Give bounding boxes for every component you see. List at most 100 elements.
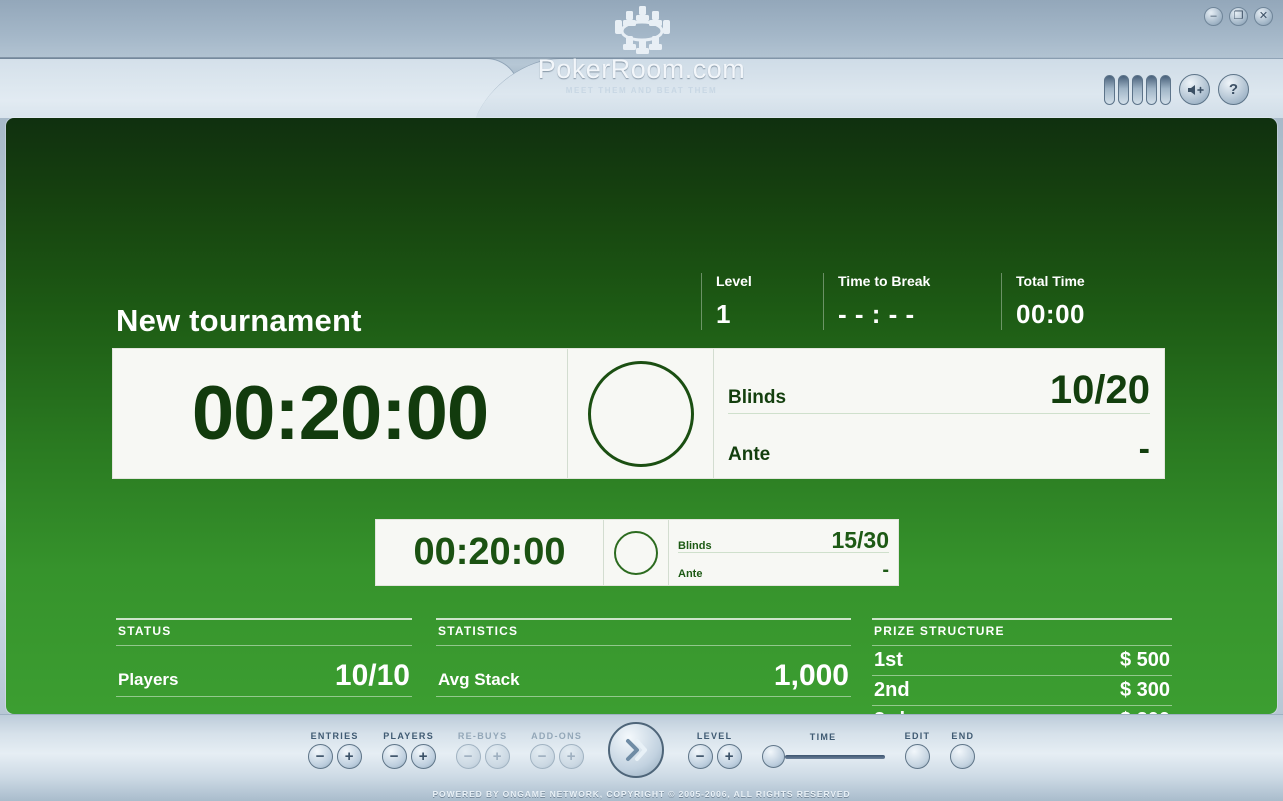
total-time-column: Total Time 00:00 bbox=[1001, 273, 1181, 330]
entries-minus-button[interactable]: − bbox=[307, 744, 333, 769]
restore-button[interactable]: ❐ bbox=[1229, 7, 1248, 26]
time-slider-group: TIME bbox=[761, 732, 885, 768]
next-ante-value: - bbox=[882, 558, 889, 581]
prize-structure-title: PRIZE STRUCTURE bbox=[872, 618, 1172, 646]
rebuys-stepper-group: RE-BUYS − + bbox=[455, 731, 510, 769]
poker-table-icon bbox=[614, 6, 670, 54]
time-to-break-value: - - : - - bbox=[838, 299, 915, 329]
table-row: Total Chips 10,000 bbox=[436, 697, 851, 714]
entries-plus-button[interactable]: + bbox=[336, 744, 362, 769]
prize-row-value: $ 300 bbox=[1119, 679, 1170, 701]
entries-stepper-group: ENTRIES − + bbox=[307, 731, 362, 769]
table-row: Re-Buys N/A bbox=[116, 697, 412, 714]
next-blinds-label: Blinds bbox=[678, 539, 712, 552]
blinds-value: 10/20 bbox=[1049, 367, 1150, 412]
level-stepper-group: LEVEL − + bbox=[687, 731, 742, 769]
entries-label: ENTRIES bbox=[310, 731, 359, 741]
statistics-section: STATISTICS Avg Stack 1,000 Total Chips 1… bbox=[436, 618, 851, 714]
edit-label: EDIT bbox=[904, 731, 931, 741]
page-title: New tournament bbox=[116, 303, 362, 338]
addons-label: ADD-ONS bbox=[531, 731, 583, 741]
next-blinds-row: Blinds 15/30 bbox=[678, 526, 889, 553]
next-progress-ring-area bbox=[604, 520, 669, 585]
rebuys-minus-button: − bbox=[455, 744, 481, 769]
entries-stepper: − + bbox=[307, 744, 362, 769]
players-minus-button[interactable]: − bbox=[381, 744, 407, 769]
level-column: Level 1 bbox=[701, 273, 823, 330]
volume-bar[interactable] bbox=[1146, 74, 1157, 105]
column-gap bbox=[851, 618, 872, 714]
ante-label: Ante bbox=[728, 443, 771, 465]
window-titlebar: PokerRoom.com MEET THEM AND BEAT THEM – … bbox=[0, 0, 1283, 118]
total-time-label: Total Time bbox=[1016, 273, 1085, 289]
speaker-plus-icon bbox=[1187, 84, 1204, 95]
players-label: PLAYERS bbox=[383, 731, 435, 741]
volume-bar[interactable] bbox=[1160, 74, 1171, 105]
double-chevron-right-icon bbox=[625, 739, 647, 761]
current-blinds-row: Blinds 10/20 bbox=[728, 362, 1150, 414]
level-label: Level bbox=[716, 273, 752, 289]
prize-row-label: 2nd bbox=[874, 679, 910, 701]
next-level-clock: 00:20:00 bbox=[413, 531, 566, 573]
level-stepper: − + bbox=[687, 744, 742, 769]
next-ante-row: Ante - bbox=[678, 553, 889, 580]
table-row: Avg Stack 1,000 bbox=[436, 646, 851, 697]
players-stepper: − + bbox=[381, 744, 436, 769]
toolbar: ENTRIES − + PLAYERS − + RE-BUYS − + ADD-… bbox=[0, 719, 1283, 781]
rebuys-label: RE-BUYS bbox=[457, 731, 508, 741]
statistics-row-value: 1,000 bbox=[773, 659, 849, 693]
status-section: STATUS Players 10/10 Re-Buys N/A Add-Ons… bbox=[116, 618, 412, 714]
start-tournament-button[interactable] bbox=[607, 722, 664, 778]
edit-button-group: EDIT bbox=[905, 731, 931, 769]
column-gap bbox=[412, 618, 436, 714]
time-to-break-column: Time to Break - - : - - bbox=[823, 273, 1001, 330]
current-level-clock: 00:20:00 bbox=[191, 371, 489, 456]
volume-bar[interactable] bbox=[1132, 74, 1143, 105]
prize-row-value: $ 500 bbox=[1119, 649, 1170, 671]
table-row: Players 10/10 bbox=[116, 646, 412, 697]
prize-row-label: 1st bbox=[874, 649, 903, 671]
help-button[interactable]: ? bbox=[1218, 74, 1249, 105]
next-ante-label: Ante bbox=[678, 567, 703, 580]
addons-stepper-group: ADD-ONS − + bbox=[529, 731, 584, 769]
chrome-left-curve bbox=[0, 58, 520, 118]
next-clock-area: 00:20:00 bbox=[376, 520, 604, 585]
players-plus-button[interactable]: + bbox=[410, 744, 436, 769]
tournament-header-stats: Level 1 Time to Break - - : - - Total Ti… bbox=[701, 273, 1181, 330]
prize-structure-section: PRIZE STRUCTURE 1st $ 500 2nd $ 300 3rd … bbox=[872, 618, 1172, 714]
time-slider[interactable] bbox=[761, 745, 885, 768]
next-blinds-area: Blinds 15/30 Ante - bbox=[669, 520, 898, 585]
volume-level-bars[interactable] bbox=[1104, 74, 1171, 105]
time-slider-knob[interactable] bbox=[761, 745, 785, 768]
statistics-title: STATISTICS bbox=[436, 618, 851, 646]
end-button-group: END bbox=[950, 731, 976, 769]
status-row-label: Players bbox=[118, 670, 179, 689]
progress-ring-icon bbox=[587, 360, 694, 467]
current-clock-area: 00:20:00 bbox=[113, 349, 568, 478]
addons-plus-button: + bbox=[558, 744, 584, 769]
level-plus-button[interactable]: + bbox=[716, 744, 742, 769]
poker-tournament-clock-window: PokerRoom.com MEET THEM AND BEAT THEM – … bbox=[0, 0, 1283, 801]
info-columns: STATUS Players 10/10 Re-Buys N/A Add-Ons… bbox=[116, 618, 1172, 714]
blinds-label: Blinds bbox=[728, 386, 787, 408]
minimize-button[interactable]: – bbox=[1204, 7, 1223, 26]
edit-button[interactable] bbox=[904, 744, 930, 769]
time-slider-track[interactable] bbox=[784, 754, 885, 759]
table-row: 1st $ 500 bbox=[872, 646, 1172, 676]
close-button[interactable]: ✕ bbox=[1254, 7, 1273, 26]
end-button[interactable] bbox=[950, 744, 976, 769]
next-blinds-value: 15/30 bbox=[831, 526, 889, 553]
volume-bar[interactable] bbox=[1104, 74, 1115, 105]
ante-value: - bbox=[1138, 430, 1150, 469]
next-level-clock-panel: 00:20:00 Blinds 15/30 Ante - bbox=[375, 519, 899, 586]
level-minus-button[interactable]: − bbox=[687, 744, 713, 769]
volume-bar[interactable] bbox=[1118, 74, 1129, 105]
rebuys-stepper: − + bbox=[455, 744, 510, 769]
window-controls: – ❐ ✕ bbox=[1204, 7, 1273, 26]
sound-icon[interactable] bbox=[1179, 74, 1210, 105]
level-toolbar-label: LEVEL bbox=[696, 731, 733, 741]
current-ante-row: Ante - bbox=[728, 414, 1150, 466]
time-to-break-label: Time to Break bbox=[838, 273, 931, 289]
time-label: TIME bbox=[809, 732, 837, 742]
players-stepper-group: PLAYERS − + bbox=[381, 731, 436, 769]
